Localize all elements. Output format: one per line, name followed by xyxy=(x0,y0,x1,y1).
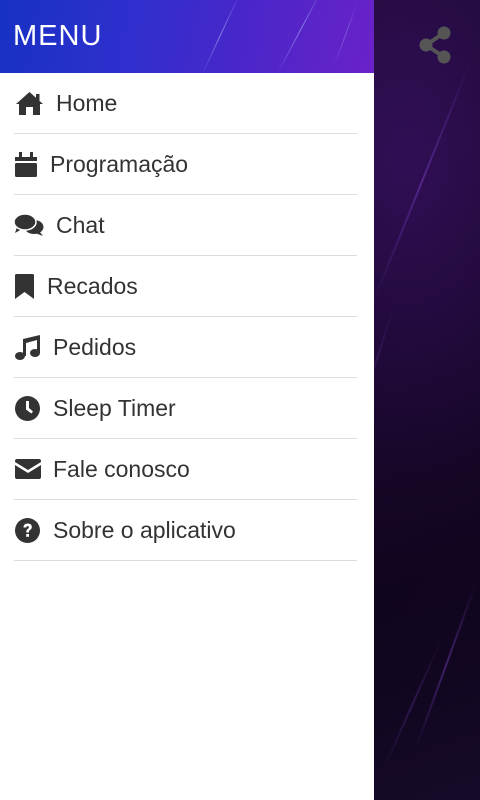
share-icon xyxy=(418,26,452,69)
clock-icon xyxy=(14,395,41,421)
menu-item-pedidos[interactable]: Pedidos xyxy=(14,317,357,378)
music-note-icon xyxy=(14,334,41,360)
menu-item-label: Chat xyxy=(56,211,105,238)
calendar-icon xyxy=(14,151,38,177)
navigation-drawer: MENU Home Programação Chat Recados Pedid… xyxy=(0,0,374,800)
menu-list: Home Programação Chat Recados Pedidos Sl… xyxy=(0,73,374,561)
menu-item-home[interactable]: Home xyxy=(14,73,357,134)
home-icon xyxy=(14,91,44,116)
share-button[interactable] xyxy=(414,26,456,68)
drawer-title: MENU xyxy=(13,20,103,52)
menu-item-label: Fale conosco xyxy=(53,455,190,482)
menu-item-programacao[interactable]: Programação xyxy=(14,134,357,195)
bookmark-icon xyxy=(14,273,35,299)
menu-item-label: Home xyxy=(56,89,118,116)
question-circle-icon xyxy=(14,517,41,543)
drawer-header: MENU xyxy=(0,0,374,73)
chat-icon xyxy=(14,213,44,237)
menu-item-label: Recados xyxy=(47,272,138,299)
menu-item-label: Pedidos xyxy=(53,333,137,360)
menu-item-sleep-timer[interactable]: Sleep Timer xyxy=(14,378,357,439)
menu-item-chat[interactable]: Chat xyxy=(14,195,357,256)
envelope-icon xyxy=(14,459,41,479)
menu-item-sobre-o-aplicativo[interactable]: Sobre o aplicativo xyxy=(14,500,357,561)
app-screen: MENU Home Programação Chat Recados Pedid… xyxy=(0,0,480,800)
menu-item-label: Sleep Timer xyxy=(53,394,176,421)
menu-item-label: Sobre o aplicativo xyxy=(53,516,236,543)
menu-item-label: Programação xyxy=(50,150,189,177)
menu-item-fale-conosco[interactable]: Fale conosco xyxy=(14,439,357,500)
menu-item-recados[interactable]: Recados xyxy=(14,256,357,317)
